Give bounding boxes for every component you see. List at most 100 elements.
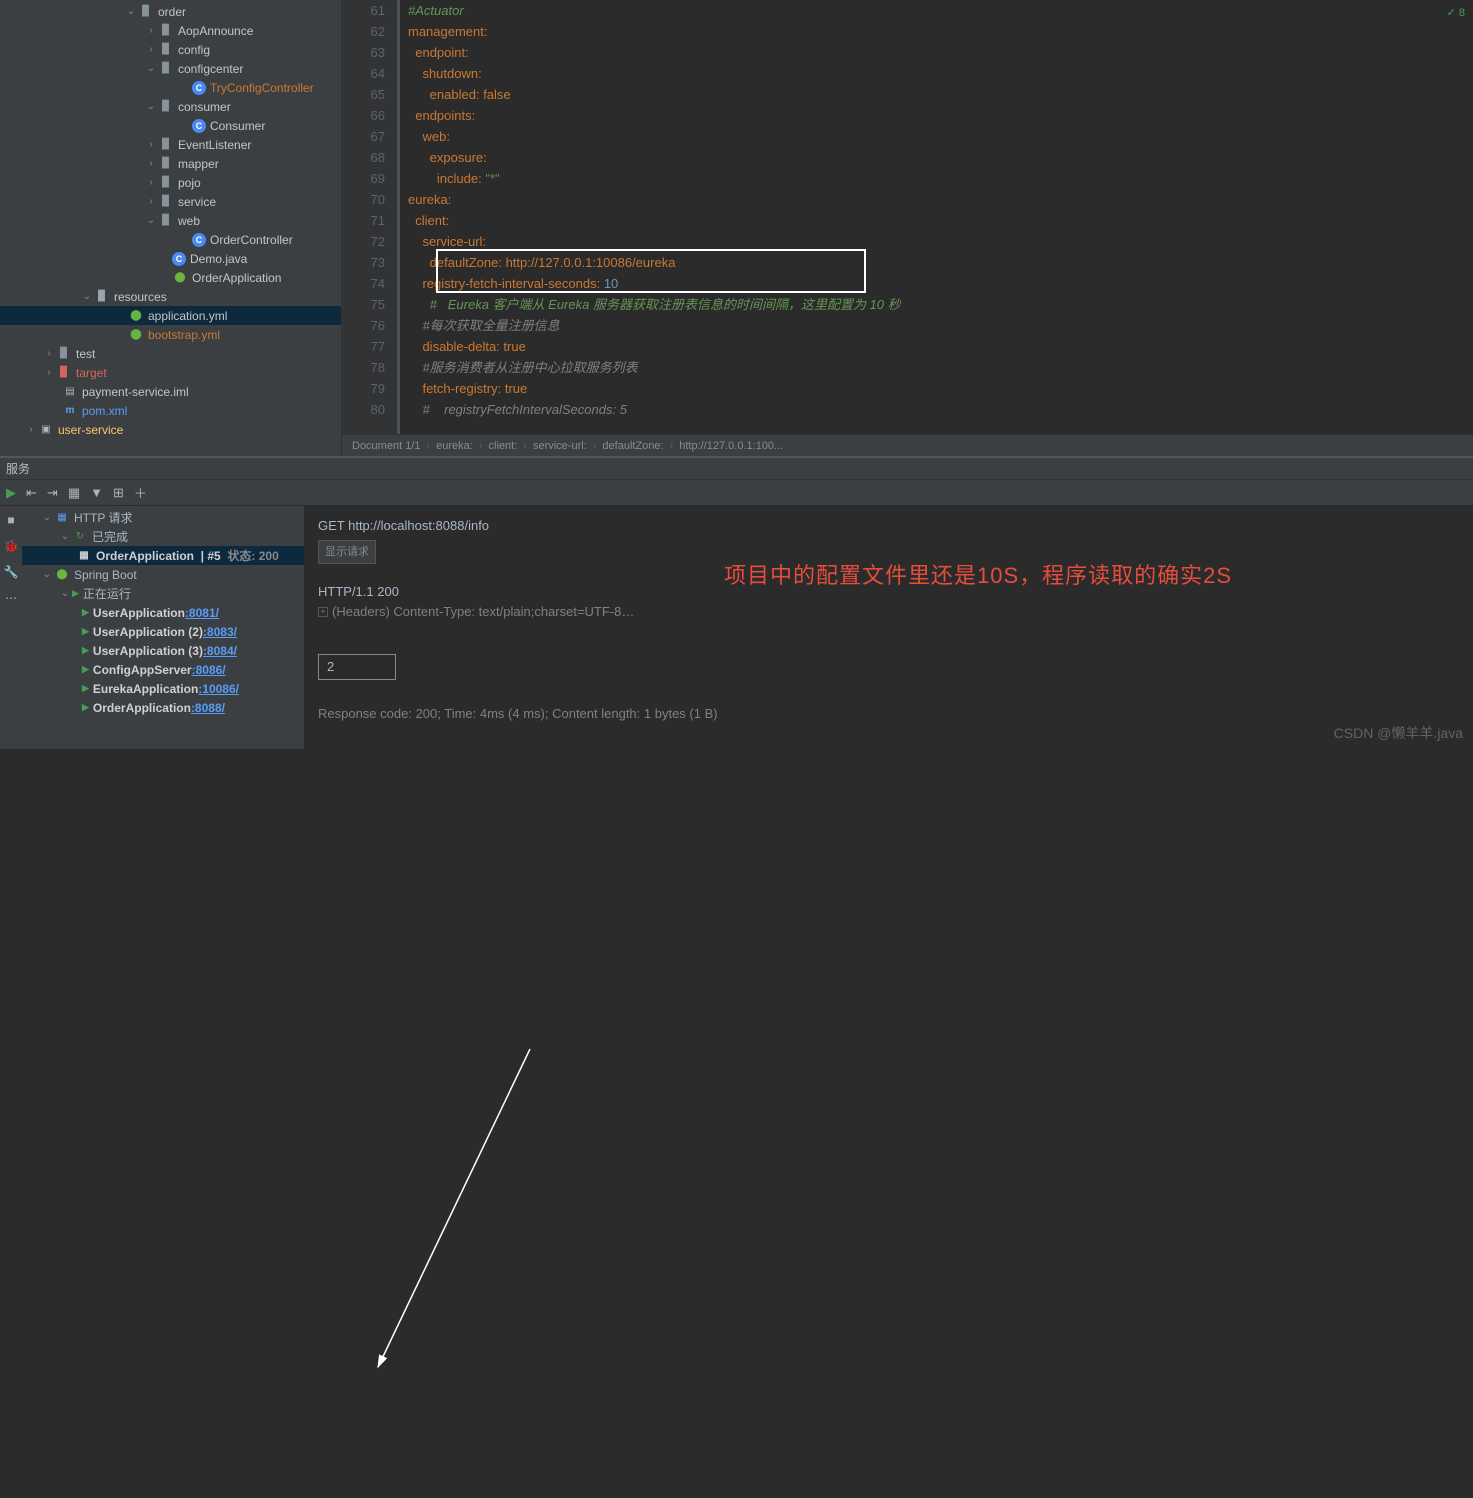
services-tree[interactable]: ⌄▦HTTP 请求⌄↻已完成▦OrderApplication | #5 状态:…: [22, 506, 304, 749]
tree-twisty-icon[interactable]: ⌄: [80, 291, 94, 302]
tree-item[interactable]: ›▉target: [0, 363, 341, 382]
breadcrumb-item[interactable]: eureka:: [436, 440, 473, 452]
code-line[interactable]: #Actuator: [408, 0, 1473, 21]
services-tree-item[interactable]: ▶EurekaApplication :10086/: [22, 679, 304, 698]
code-line[interactable]: # registryFetchIntervalSeconds: 5: [408, 399, 1473, 420]
code-line[interactable]: service-url:: [408, 231, 1473, 252]
tree-label: Consumer: [210, 119, 265, 133]
code-line[interactable]: endpoint:: [408, 42, 1473, 63]
tree-twisty-icon[interactable]: ›: [42, 348, 56, 359]
code-line[interactable]: fetch-registry: true: [408, 378, 1473, 399]
services-tree-item[interactable]: ⌄▶正在运行: [22, 584, 304, 603]
tree-item[interactable]: ›▉test: [0, 344, 341, 363]
breadcrumb-item[interactable]: Document 1/1: [352, 440, 420, 452]
services-tree-item[interactable]: ▶OrderApplication :8088/: [22, 698, 304, 717]
project-tree[interactable]: ⌄▉order›▉AopAnnounce›▉config⌄▉configcent…: [0, 0, 342, 456]
tree-twisty-icon[interactable]: ›: [144, 196, 158, 207]
services-tree-item[interactable]: ▦OrderApplication | #5 状态: 200: [22, 546, 304, 565]
expand-icon[interactable]: +: [318, 607, 328, 617]
tree-item[interactable]: ›▉service: [0, 192, 341, 211]
tree-item[interactable]: ⌄▉consumer: [0, 97, 341, 116]
code-line[interactable]: disable-delta: true: [408, 336, 1473, 357]
tree-item[interactable]: ›▣user-service: [0, 420, 341, 439]
tree-item[interactable]: ›▉pojo: [0, 173, 341, 192]
tree-item[interactable]: CConsumer: [0, 116, 341, 135]
services-tree-item[interactable]: ⌄⬤Spring Boot: [22, 565, 304, 584]
code-line[interactable]: # Eureka 客户端从 Eureka 服务器获取注册表信息的时间间隔，这里配…: [408, 294, 1473, 315]
tree-twisty-icon[interactable]: ›: [144, 44, 158, 55]
tree-item[interactable]: ⌄▉resources: [0, 287, 341, 306]
tree-item[interactable]: mpom.xml: [0, 401, 341, 420]
services-tree-item[interactable]: ⌄▦HTTP 请求: [22, 508, 304, 527]
add-icon[interactable]: ＋: [134, 483, 147, 502]
http-output[interactable]: GET http://localhost:8088/info 显示请求 HTTP…: [304, 506, 1473, 749]
code-line[interactable]: registry-fetch-interval-seconds: 10: [408, 273, 1473, 294]
tree-item[interactable]: ⌄▉order: [0, 2, 341, 21]
tree-item[interactable]: ▤payment-service.iml: [0, 382, 341, 401]
tree-label: target: [76, 366, 107, 380]
code-line[interactable]: management:: [408, 21, 1473, 42]
more-icon[interactable]: ⋯: [3, 590, 19, 606]
services-tree-item[interactable]: ▶UserApplication :8081/: [22, 603, 304, 622]
tree-item[interactable]: CDemo.java: [0, 249, 341, 268]
tree-twisty-icon[interactable]: ›: [144, 25, 158, 36]
http-headers[interactable]: +(Headers) Content-Type: text/plain;char…: [318, 602, 1459, 622]
services-tree-item[interactable]: ▶UserApplication (3) :8084/: [22, 641, 304, 660]
wrench-icon[interactable]: 🔧: [3, 564, 19, 580]
tree-twisty-icon[interactable]: ›: [42, 367, 56, 378]
code-line[interactable]: endpoints:: [408, 105, 1473, 126]
services-tree-item[interactable]: ▶UserApplication (2) :8083/: [22, 622, 304, 641]
code-line[interactable]: #服务消费者从注册中心拉取服务列表: [408, 357, 1473, 378]
debug-icon[interactable]: 🐞: [3, 538, 19, 554]
breadcrumb[interactable]: Document 1/1›eureka:›client:›service-url…: [342, 434, 1473, 456]
show-request-button[interactable]: 显示请求: [318, 540, 376, 564]
tree-item[interactable]: ›▉AopAnnounce: [0, 21, 341, 40]
tree-item[interactable]: ⬤application.yml: [0, 306, 341, 325]
expand-all-icon[interactable]: ⇤: [26, 485, 37, 501]
tree-twisty-icon[interactable]: ›: [144, 177, 158, 188]
panel-tab-services[interactable]: 服务: [0, 458, 1473, 480]
tree-item[interactable]: ⬤OrderApplication: [0, 268, 341, 287]
tree-item[interactable]: ›▉mapper: [0, 154, 341, 173]
code-line[interactable]: shutdown:: [408, 63, 1473, 84]
filter-icon[interactable]: ▼: [90, 485, 103, 500]
tree-item[interactable]: ›▉config: [0, 40, 341, 59]
breadcrumb-item[interactable]: http://127.0.0.1:100...: [679, 440, 783, 452]
tree-twisty-icon[interactable]: ›: [144, 158, 158, 169]
code-line[interactable]: enabled: false: [408, 84, 1473, 105]
tree-item[interactable]: ⬤bootstrap.yml: [0, 325, 341, 344]
breadcrumb-item[interactable]: client:: [489, 440, 518, 452]
tree-item[interactable]: ⌄▉configcenter: [0, 59, 341, 78]
layout-icon[interactable]: ⊞: [113, 485, 124, 501]
code-line[interactable]: exposure:: [408, 147, 1473, 168]
tree-twisty-icon[interactable]: ⌄: [144, 63, 158, 74]
grid-icon[interactable]: ▦: [68, 485, 80, 501]
code-editor[interactable]: ✓8 6162636465666768697071727374757677787…: [342, 0, 1473, 456]
editor-gutter[interactable]: 6162636465666768697071727374757677787980: [342, 0, 400, 434]
tree-twisty-icon[interactable]: ›: [24, 424, 38, 435]
tree-twisty-icon[interactable]: ⌄: [144, 215, 158, 226]
editor-content[interactable]: #Actuatormanagement: endpoint: shutdown:…: [400, 0, 1473, 434]
tree-item[interactable]: ›▉EventListener: [0, 135, 341, 154]
tree-label: consumer: [178, 100, 231, 114]
tree-item[interactable]: CTryConfigController: [0, 78, 341, 97]
tree-item[interactable]: COrderController: [0, 230, 341, 249]
tree-twisty-icon[interactable]: ⌄: [124, 6, 138, 17]
breadcrumb-item[interactable]: defaultZone:: [602, 440, 663, 452]
tree-twisty-icon[interactable]: ›: [144, 139, 158, 150]
breadcrumb-item[interactable]: service-url:: [533, 440, 587, 452]
code-line[interactable]: eureka:: [408, 189, 1473, 210]
code-line[interactable]: client:: [408, 210, 1473, 231]
folder-icon: ▉: [138, 4, 154, 20]
services-tree-item[interactable]: ▶ConfigAppServer :8086/: [22, 660, 304, 679]
services-tree-item[interactable]: ⌄↻已完成: [22, 527, 304, 546]
code-line[interactable]: include: "*": [408, 168, 1473, 189]
code-line[interactable]: #每次获取全量注册信息: [408, 315, 1473, 336]
tree-twisty-icon[interactable]: ⌄: [144, 101, 158, 112]
stop-icon[interactable]: ■: [3, 512, 19, 528]
code-line[interactable]: web:: [408, 126, 1473, 147]
tree-item[interactable]: ⌄▉web: [0, 211, 341, 230]
collapse-all-icon[interactable]: ⇥: [47, 485, 58, 501]
code-line[interactable]: defaultZone: http://127.0.0.1:10086/eure…: [408, 252, 1473, 273]
run-icon[interactable]: ▶: [6, 485, 16, 501]
